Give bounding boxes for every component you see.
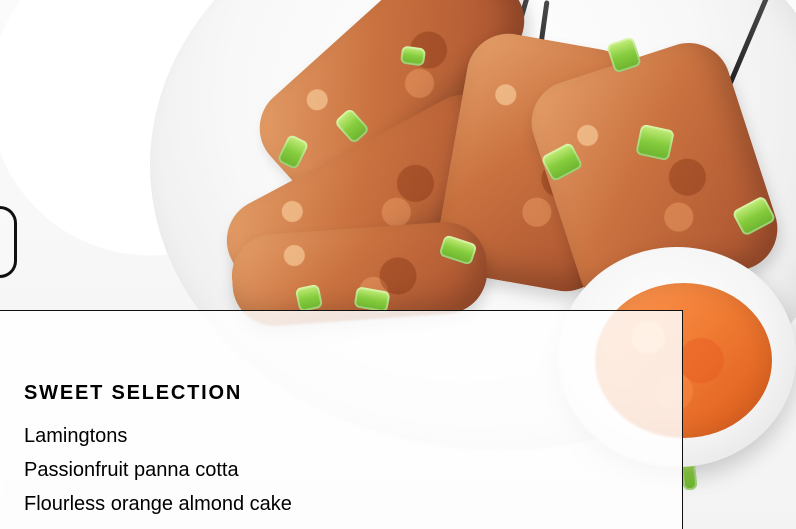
scallion-9 xyxy=(294,283,324,313)
left-edge-mark xyxy=(0,206,17,278)
menu-item-passionfruit-panna-cotta: Passionfruit panna cotta xyxy=(24,459,239,481)
menu-card: SWEET SELECTION Lamingtons Passionfruit … xyxy=(0,310,683,529)
menu-content: SWEET SELECTION Lamingtons Passionfruit … xyxy=(24,381,292,526)
menu-section-title: SWEET SELECTION xyxy=(24,382,243,404)
menu-item-lamingtons: Lamingtons xyxy=(24,425,128,447)
scallion-3 xyxy=(399,45,427,67)
menu-list: Lamingtons Passionfruit panna cotta Flou… xyxy=(24,424,292,516)
menu-item-flourless-orange-almond-cake: Flourless orange almond cake xyxy=(24,493,292,515)
scallion-6 xyxy=(635,123,675,162)
